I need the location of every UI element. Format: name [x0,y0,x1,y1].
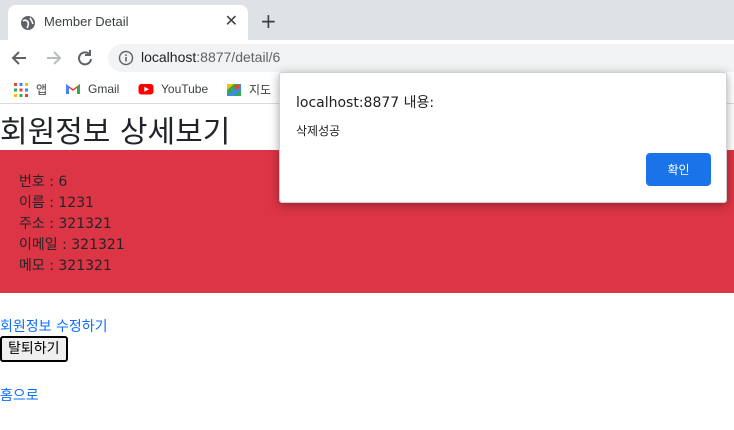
tab-strip: Member Detail ✕ + [0,0,734,40]
new-tab-icon[interactable]: + [260,11,277,31]
member-number: 번호 : 6 [19,174,68,190]
browser-toolbar: localhost:8877/detail/6 [0,40,734,76]
url-path: :8877/detail/6 [196,49,281,65]
reload-icon[interactable] [75,48,95,68]
address-bar[interactable]: localhost:8877/detail/6 [108,44,734,72]
bookmark-maps[interactable]: 지도 [226,81,271,98]
url-host: localhost [141,49,197,65]
gmail-icon [66,84,80,94]
edit-member-link[interactable]: 회원정보 수정하기 [0,316,108,336]
bookmark-label: 앱 [36,83,48,97]
youtube-icon [138,84,154,95]
site-info-icon[interactable] [118,50,134,66]
dialog-title: localhost:8877 내용: [296,95,435,111]
browser-tab[interactable]: Member Detail ✕ [8,5,248,40]
member-name: 이름 : 1231 [19,195,95,211]
member-email: 이메일 : 321321 [19,237,125,253]
bookmark-label: YouTube [161,82,209,96]
home-link[interactable]: 홈으로 [0,385,39,405]
close-tab-icon[interactable]: ✕ [225,13,238,29]
apps-grid-icon [14,82,28,97]
bookmark-youtube[interactable]: YouTube [138,81,208,97]
forward-arrow-icon[interactable] [43,48,63,68]
bookmark-label: 지도 [249,83,272,97]
back-arrow-icon[interactable] [10,48,30,68]
dialog-message: 삭제성공 [296,124,341,138]
bookmark-label: Gmail [88,82,120,96]
alert-dialog: localhost:8877 내용: 삭제성공 확인 [279,72,727,203]
bookmark-apps[interactable]: 앱 [13,81,47,98]
bookmark-gmail[interactable]: Gmail [65,81,119,97]
url-text: localhost:8877/detail/6 [141,49,280,65]
tab-title: Member Detail [44,14,129,29]
page-title: 회원정보 상세보기 [0,115,231,150]
member-memo: 메모 : 321321 [19,258,112,274]
globe-icon [21,16,35,30]
member-address: 주소 : 321321 [19,216,112,232]
maps-icon [227,83,241,96]
ok-button[interactable]: 확인 [646,153,711,186]
withdraw-button[interactable]: 탈퇴하기 [0,336,68,362]
